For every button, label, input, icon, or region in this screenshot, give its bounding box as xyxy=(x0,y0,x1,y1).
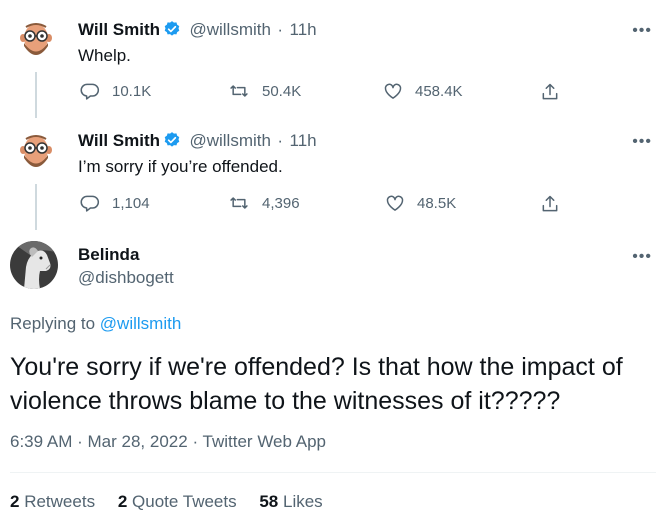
main-tweet-text: You're sorry if we're offended? Is that … xyxy=(10,353,623,415)
reply-count: 1,104 xyxy=(112,194,150,212)
more-icon[interactable]: ••• xyxy=(632,22,652,40)
engagement-stats: 2 Retweets 2 Quote Tweets 58 Likes xyxy=(10,492,341,512)
tweet-metadata: 6:39 AM · Mar 28, 2022 · Twitter Web App xyxy=(10,432,326,452)
retweet-button[interactable]: 4,396 xyxy=(228,193,300,213)
dot-separator: · xyxy=(277,20,284,39)
avatar[interactable] xyxy=(12,128,60,176)
verified-badge-icon xyxy=(163,131,181,154)
memoji-avatar-icon xyxy=(12,16,60,64)
like-icon xyxy=(386,195,404,211)
reply-count: 10.1K xyxy=(112,82,152,100)
share-button[interactable] xyxy=(540,81,560,108)
author-name[interactable]: Will Smith xyxy=(78,131,160,150)
more-icon[interactable]: ••• xyxy=(632,133,652,151)
retweet-icon xyxy=(230,197,248,209)
replying-to-prefix: Replying to xyxy=(10,314,96,333)
avatar[interactable] xyxy=(12,16,60,64)
likes-stat[interactable]: 58 Likes xyxy=(259,492,322,511)
replying-to: Replying to @willsmith xyxy=(10,314,181,334)
reply-button[interactable]: 1,104 xyxy=(80,193,150,213)
dot-separator: · xyxy=(77,432,83,451)
tweet-time[interactable]: 11h xyxy=(290,131,317,150)
more-icon[interactable]: ••• xyxy=(632,248,652,266)
share-button[interactable] xyxy=(540,193,560,220)
tweet-source[interactable]: Twitter Web App xyxy=(203,432,326,451)
dot-separator: · xyxy=(192,432,199,451)
verified-badge-icon xyxy=(163,20,181,43)
author-name[interactable]: Belinda xyxy=(78,245,139,264)
like-icon xyxy=(384,83,402,99)
like-button[interactable]: 48.5K xyxy=(385,193,456,213)
quote-tweets-count: 2 xyxy=(117,492,128,511)
like-count: 458.4K xyxy=(415,82,463,100)
tweet-date[interactable]: Mar 28, 2022 xyxy=(88,432,188,451)
retweets-stat[interactable]: 2 Retweets xyxy=(10,492,95,511)
author-name[interactable]: Will Smith xyxy=(78,20,160,39)
retweets-label: Retweets xyxy=(24,492,96,511)
likes-count: 58 xyxy=(259,492,279,511)
tweet-time[interactable]: 6:39 AM xyxy=(10,432,72,451)
retweet-count: 50.4K xyxy=(262,82,302,100)
divider xyxy=(10,472,656,473)
reply-button[interactable]: 10.1K xyxy=(80,81,151,101)
like-count: 48.5K xyxy=(417,194,457,212)
avatar[interactable] xyxy=(10,241,58,289)
reply-icon xyxy=(80,195,100,212)
author-handle[interactable]: @dishbogett xyxy=(78,268,174,287)
reply-icon xyxy=(80,83,100,100)
author-handle[interactable]: @willsmith xyxy=(189,20,270,39)
quote-tweets-label: Quote Tweets xyxy=(132,492,237,511)
thread-connector xyxy=(35,184,37,230)
retweet-icon xyxy=(230,85,248,97)
memoji-avatar-icon xyxy=(12,128,60,176)
dot-separator: · xyxy=(277,131,284,150)
likes-label: Likes xyxy=(283,492,323,511)
share-icon xyxy=(542,195,558,212)
tweet-text: I’m sorry if you’re offended. xyxy=(78,157,283,176)
quote-tweets-stat[interactable]: 2 Quote Tweets xyxy=(118,492,237,511)
thread-connector xyxy=(35,72,37,118)
replying-to-handle-link[interactable]: @willsmith xyxy=(100,314,181,333)
horse-photo-avatar-icon xyxy=(10,241,58,289)
retweet-count: 4,396 xyxy=(262,194,300,212)
share-icon xyxy=(542,83,558,100)
tweet-text: Whelp. xyxy=(78,46,131,65)
retweets-count: 2 xyxy=(10,492,20,511)
retweet-button[interactable]: 50.4K xyxy=(228,81,301,101)
like-button[interactable]: 458.4K xyxy=(383,81,463,101)
author-handle[interactable]: @willsmith xyxy=(189,131,270,150)
tweet-time[interactable]: 11h xyxy=(290,20,317,39)
